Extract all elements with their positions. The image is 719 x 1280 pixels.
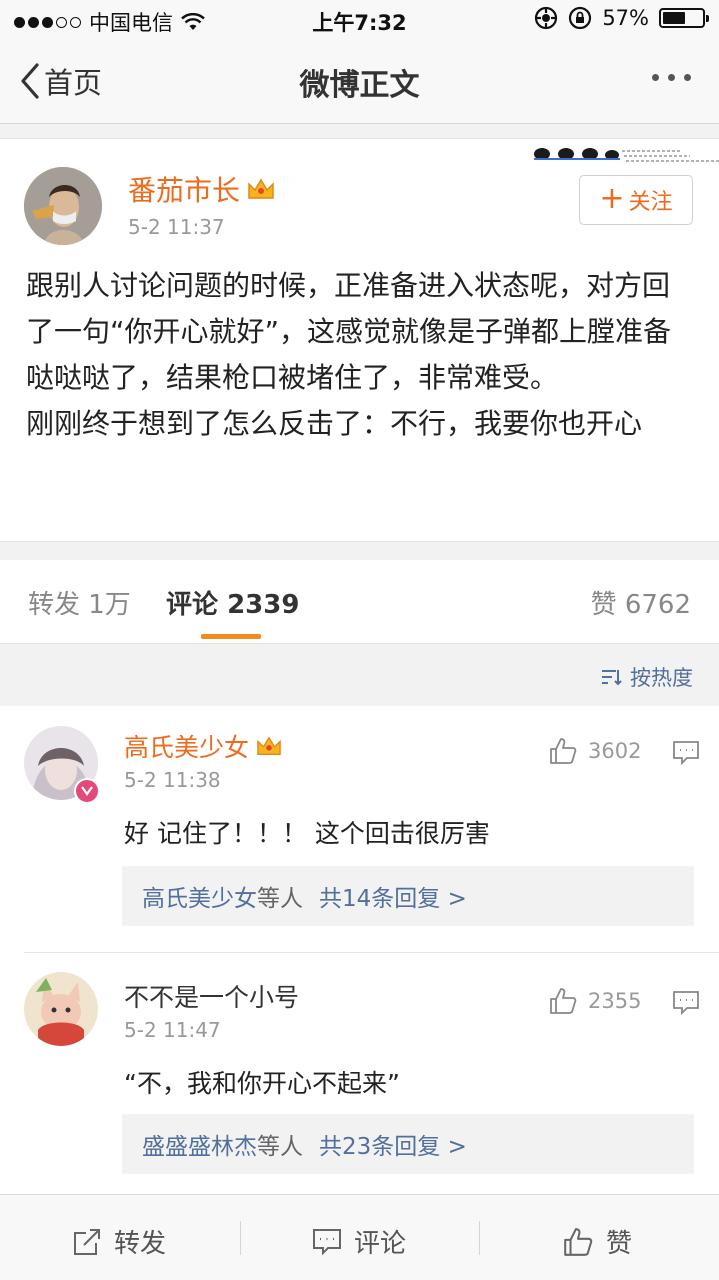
status-bar: 中国电信 上午7:32 57% <box>0 0 719 40</box>
tab-comments-label: 评论 <box>166 590 219 620</box>
comment-list: 高氏美少女 5-2 11:38 3602 好 记住了！！！ 这个回击很厉害 高氏… <box>0 706 719 1194</box>
comment-replies-link[interactable]: 盛盛盛林杰 等人 共23条回复 > <box>122 1114 694 1174</box>
crown-icon <box>248 178 274 199</box>
rotation-lock-icon <box>569 6 592 30</box>
crown-icon <box>257 736 281 755</box>
reply-count: 共23条回复 > <box>319 1134 467 1160</box>
reply-author: 盛盛盛林杰 <box>142 1134 257 1160</box>
battery-icon <box>659 8 709 28</box>
comment-timestamp: 5-2 11:38 <box>124 768 221 792</box>
reply-comment-icon[interactable] <box>672 740 700 766</box>
comment-like-button[interactable]: 3602 <box>548 736 641 766</box>
page-title: 微博正文 <box>299 68 420 103</box>
more-dots-icon <box>652 74 659 81</box>
reply-others: 等人 <box>257 886 303 912</box>
like-label: 赞 <box>606 1229 633 1259</box>
reply-count: 共14条回复 > <box>319 886 467 912</box>
commenter-name-text: 高氏美少女 <box>124 733 250 762</box>
reply-author: 高氏美少女 <box>142 886 257 912</box>
reply-others: 等人 <box>257 1134 303 1160</box>
commenter-name[interactable]: 高氏美少女 <box>124 728 283 764</box>
thumbs-up-icon <box>550 988 577 1014</box>
comment-replies-link[interactable]: 高氏美少女 等人 共14条回复 > <box>122 866 694 926</box>
more-menu-button[interactable] <box>652 74 691 81</box>
tab-comments-count: 2339 <box>227 590 300 620</box>
sort-label: 按热度 <box>630 666 693 690</box>
post-body: 跟别人讨论问题的时候，正准备进入状态呢，对方回了一句“你开心就好”，这感觉就像是… <box>26 263 696 447</box>
repost-label: 转发 <box>114 1229 167 1259</box>
commenter-name[interactable]: 不不是一个小号 <box>124 978 299 1014</box>
tab-comments[interactable]: 评论 2339 <box>166 584 299 621</box>
sort-by-hot-button[interactable]: 按热度 <box>600 662 693 692</box>
comment-like-button[interactable]: 2355 <box>548 986 641 1016</box>
post-card: 番茄市长 5-2 11:37 + 关注 跟别人讨论问题的时候，正准备进入状态呢，… <box>0 138 719 542</box>
commenter-avatar[interactable] <box>24 972 98 1046</box>
tab-repost[interactable]: 转发 1万 <box>28 584 131 621</box>
comment-label: 评论 <box>354 1229 407 1259</box>
author-avatar[interactable] <box>24 167 102 245</box>
repost-button[interactable]: 转发 <box>72 1223 166 1260</box>
active-tab-indicator <box>201 634 261 639</box>
card-decoration-image <box>534 148 719 162</box>
comment-like-count: 2355 <box>588 989 642 1013</box>
sort-bar: 按热度 <box>0 644 719 706</box>
toolbar-separator <box>479 1221 480 1255</box>
comment-text: 好 记住了！！！ 这个回击很厉害 <box>124 819 490 848</box>
plus-icon: + <box>599 180 625 216</box>
verified-badge-icon <box>74 778 100 804</box>
post-timestamp: 5-2 11:37 <box>128 215 225 239</box>
battery-percent: 57% <box>602 6 649 30</box>
comment-icon <box>313 1228 341 1255</box>
post-paragraph: 刚刚终于想到了怎么反击了：不行，我要你也开心 <box>26 407 643 440</box>
follow-label: 关注 <box>628 190 673 215</box>
follow-button[interactable]: + 关注 <box>579 175 693 225</box>
post-paragraph: 跟别人讨论问题的时候，正准备进入状态呢，对方回了一句“你开心就好”，这感觉就像是… <box>26 269 672 394</box>
author-name[interactable]: 番茄市长 <box>128 169 276 209</box>
comment-button[interactable]: 评论 <box>312 1223 406 1260</box>
comment-like-count: 3602 <box>588 739 642 763</box>
author-name-text: 番茄市长 <box>128 174 241 207</box>
comment-divider <box>24 952 719 953</box>
thumbs-up-icon <box>564 1227 593 1256</box>
navigation-bar: 首页 微博正文 <box>0 40 719 124</box>
tab-likes[interactable]: 赞 6762 <box>591 584 691 621</box>
sort-icon <box>602 670 622 686</box>
like-button[interactable]: 赞 <box>562 1223 632 1260</box>
engagement-tabs: 转发 1万 评论 2339 赞 6762 <box>0 560 719 644</box>
toolbar-separator <box>240 1221 241 1255</box>
share-icon <box>74 1228 100 1255</box>
comment-timestamp: 5-2 11:47 <box>124 1018 221 1042</box>
commenter-name-text: 不不是一个小号 <box>124 983 300 1012</box>
comment-text: “不，我和你开心不起来” <box>124 1069 400 1098</box>
reply-comment-icon[interactable] <box>672 990 700 1016</box>
bottom-toolbar: 转发 评论 赞 <box>0 1194 719 1280</box>
location-icon <box>535 6 558 30</box>
thumbs-up-icon <box>550 738 577 764</box>
